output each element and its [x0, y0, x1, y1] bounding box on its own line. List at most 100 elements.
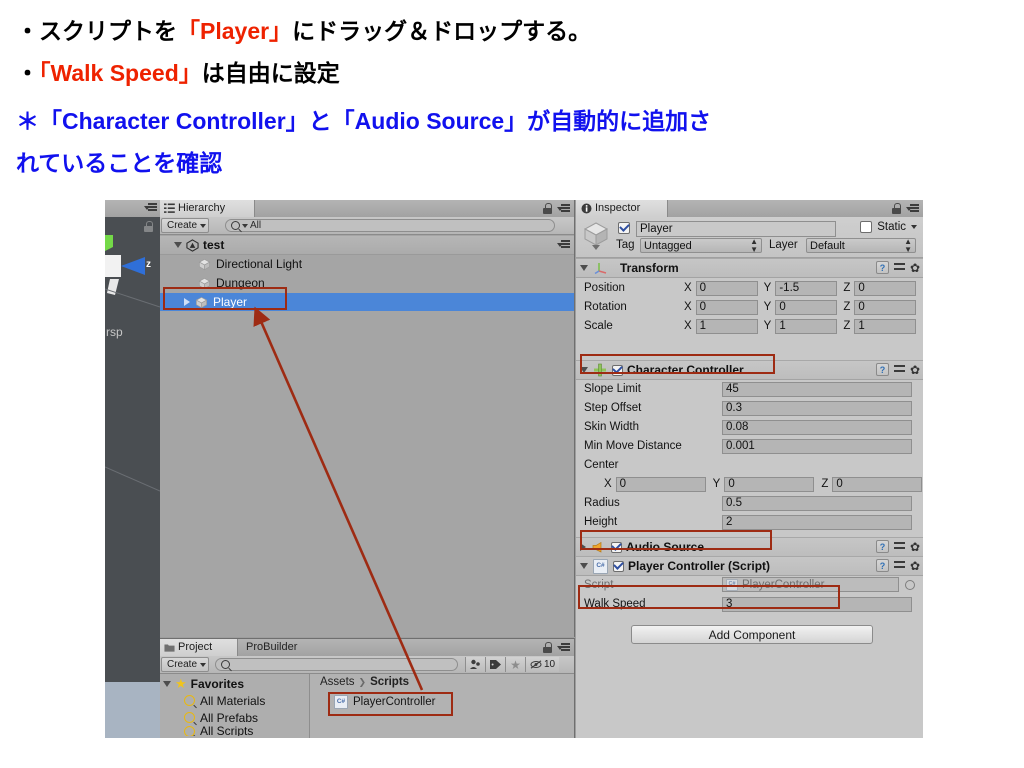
inspector-menu-icon[interactable]	[906, 204, 919, 213]
audio-source-enabled-checkbox[interactable]	[611, 541, 622, 553]
twirl-open-icon[interactable]	[580, 265, 588, 271]
component-header-character-controller[interactable]: Character Controller ? ✿	[576, 360, 923, 380]
project-favorite-all-scripts[interactable]: All Scripts	[184, 726, 253, 736]
tag-dropdown[interactable]: Untagged ▲ ▼	[640, 237, 762, 253]
transform-position-label: Position	[584, 282, 625, 294]
help-icon[interactable]: ?	[875, 363, 889, 376]
step-offset-input[interactable]: 0.3	[722, 400, 912, 416]
project-lock-icon[interactable]	[543, 642, 552, 653]
twirl-open-icon[interactable]	[580, 563, 588, 569]
scene-viewport[interactable]: z rsp	[105, 217, 160, 682]
project-create-button[interactable]: Create	[161, 657, 209, 672]
star-icon: ★	[175, 676, 187, 691]
help-icon[interactable]: ?	[875, 540, 889, 553]
script-reference-input[interactable]: C# PlayerController	[722, 577, 899, 592]
center-x-input[interactable]: 0	[615, 476, 706, 492]
hierarchy-scene-menu-icon[interactable]	[557, 238, 570, 252]
help-icon[interactable]: ?	[875, 559, 889, 572]
inspector-lock-icon[interactable]	[892, 203, 901, 214]
tab-inspector[interactable]: Inspector	[576, 200, 668, 217]
filter-by-label-button[interactable]	[485, 657, 505, 672]
filter-by-type-button[interactable]	[465, 657, 485, 672]
scale-y-input[interactable]: 1	[775, 318, 838, 334]
project-favorites-header[interactable]: ★ Favorites	[163, 675, 244, 692]
min-move-distance-input[interactable]: 0.001	[722, 438, 912, 454]
preset-icon[interactable]	[893, 559, 906, 572]
component-header-audio-source[interactable]: Audio Source ? ✿	[576, 537, 923, 557]
gear-icon[interactable]: ✿	[910, 262, 920, 274]
preset-icon[interactable]	[893, 363, 906, 376]
height-input[interactable]: 2	[722, 514, 912, 530]
character-controller-enabled-checkbox[interactable]	[612, 364, 623, 376]
breadcrumb-leaf[interactable]: Scripts	[370, 676, 409, 688]
twirl-open-icon[interactable]	[580, 367, 588, 373]
project-menu-icon[interactable]	[557, 643, 570, 652]
scale-x-input[interactable]: 1	[695, 318, 758, 334]
object-name-input[interactable]: Player	[636, 221, 836, 237]
tag-label: Tag	[616, 239, 635, 251]
tab-hierarchy[interactable]: Hierarchy	[160, 200, 255, 217]
inspector-object-header: Player Static Tag Untagged ▲ ▼ Layer Def…	[576, 217, 923, 258]
inspector-body: Player Static Tag Untagged ▲ ▼ Layer Def…	[576, 217, 923, 738]
twirl-open-icon[interactable]	[174, 242, 182, 248]
preset-icon[interactable]	[893, 261, 906, 274]
tab-probuilder[interactable]: ProBuilder	[240, 639, 330, 656]
hierarchy-item-player[interactable]: Player	[160, 293, 574, 311]
project-favorite-all-prefabs[interactable]: All Prefabs	[184, 709, 258, 726]
object-picker-icon[interactable]	[905, 579, 915, 590]
search-icon	[184, 726, 195, 736]
hierarchy-item-dungeon[interactable]: Dungeon	[160, 274, 574, 292]
walk-speed-input[interactable]: 3	[722, 596, 912, 612]
chevron-down-icon[interactable]	[911, 225, 917, 229]
scene-lock-icon[interactable]	[144, 221, 153, 232]
gear-icon[interactable]: ✿	[910, 560, 920, 572]
rotation-x-input[interactable]: 0	[695, 299, 758, 315]
preset-icon[interactable]	[893, 540, 906, 553]
position-y-input[interactable]: -1.5	[775, 280, 838, 296]
help-icon[interactable]: ?	[875, 261, 889, 274]
position-x-input[interactable]: 0	[695, 280, 758, 296]
project-panel: Project ProBuilder Create ★ 10 ★ Favorit…	[160, 638, 575, 738]
center-z-input[interactable]: 0	[832, 476, 923, 492]
skin-width-input[interactable]: 0.08	[722, 419, 912, 435]
add-component-button[interactable]: Add Component	[631, 625, 873, 644]
twirl-closed-icon[interactable]	[184, 298, 190, 306]
static-checkbox[interactable]	[860, 221, 873, 233]
position-z-input[interactable]: 0	[854, 280, 917, 296]
hierarchy-scene-row[interactable]: test	[160, 236, 574, 255]
hierarchy-item-directional-light[interactable]: Directional Light	[160, 255, 574, 273]
axis-z-label: Z	[821, 478, 829, 490]
rotation-y-input[interactable]: 0	[775, 299, 838, 315]
center-y-input[interactable]: 0	[724, 476, 815, 492]
hidden-packages-button[interactable]: 10	[525, 657, 559, 672]
scale-z-input[interactable]: 1	[854, 318, 917, 334]
tab-project[interactable]: Project	[160, 639, 238, 656]
gear-icon[interactable]: ✿	[910, 541, 920, 553]
gear-icon[interactable]: ✿	[910, 364, 920, 376]
static-toggle[interactable]: Static	[860, 221, 917, 233]
object-enabled-checkbox[interactable]	[618, 222, 630, 234]
favorites-filter-button[interactable]: ★	[505, 657, 525, 672]
project-asset-playercontroller[interactable]: C# PlayerController	[334, 695, 435, 709]
scale-y-value: 1	[779, 320, 786, 332]
scene-menu-icon[interactable]	[144, 203, 157, 212]
breadcrumb-root[interactable]: Assets	[320, 676, 355, 688]
twirl-closed-icon[interactable]	[580, 543, 586, 551]
hierarchy-menu-icon[interactable]	[557, 204, 570, 213]
hierarchy-search-input[interactable]: All	[225, 219, 555, 232]
component-header-player-controller[interactable]: C# Player Controller (Script) ? ✿	[576, 556, 923, 576]
player-controller-enabled-checkbox[interactable]	[613, 560, 624, 572]
hierarchy-lock-icon[interactable]	[543, 203, 552, 214]
project-search-input[interactable]	[215, 658, 458, 671]
axis-x-label: X	[684, 282, 692, 294]
component-header-transform[interactable]: Transform ? ✿	[576, 258, 923, 278]
radius-input[interactable]: 0.5	[722, 495, 912, 511]
skin-width-value: 0.08	[726, 421, 749, 433]
rotation-z-input[interactable]: 0	[854, 299, 917, 315]
slope-limit-input[interactable]: 45	[722, 381, 912, 397]
twirl-open-icon[interactable]	[163, 680, 171, 687]
hierarchy-create-button[interactable]: Create	[161, 218, 209, 233]
layer-dropdown[interactable]: Default ▲ ▼	[806, 237, 916, 253]
project-favorite-all-materials[interactable]: All Materials	[184, 692, 265, 709]
axis-z-label: Z	[843, 282, 851, 294]
